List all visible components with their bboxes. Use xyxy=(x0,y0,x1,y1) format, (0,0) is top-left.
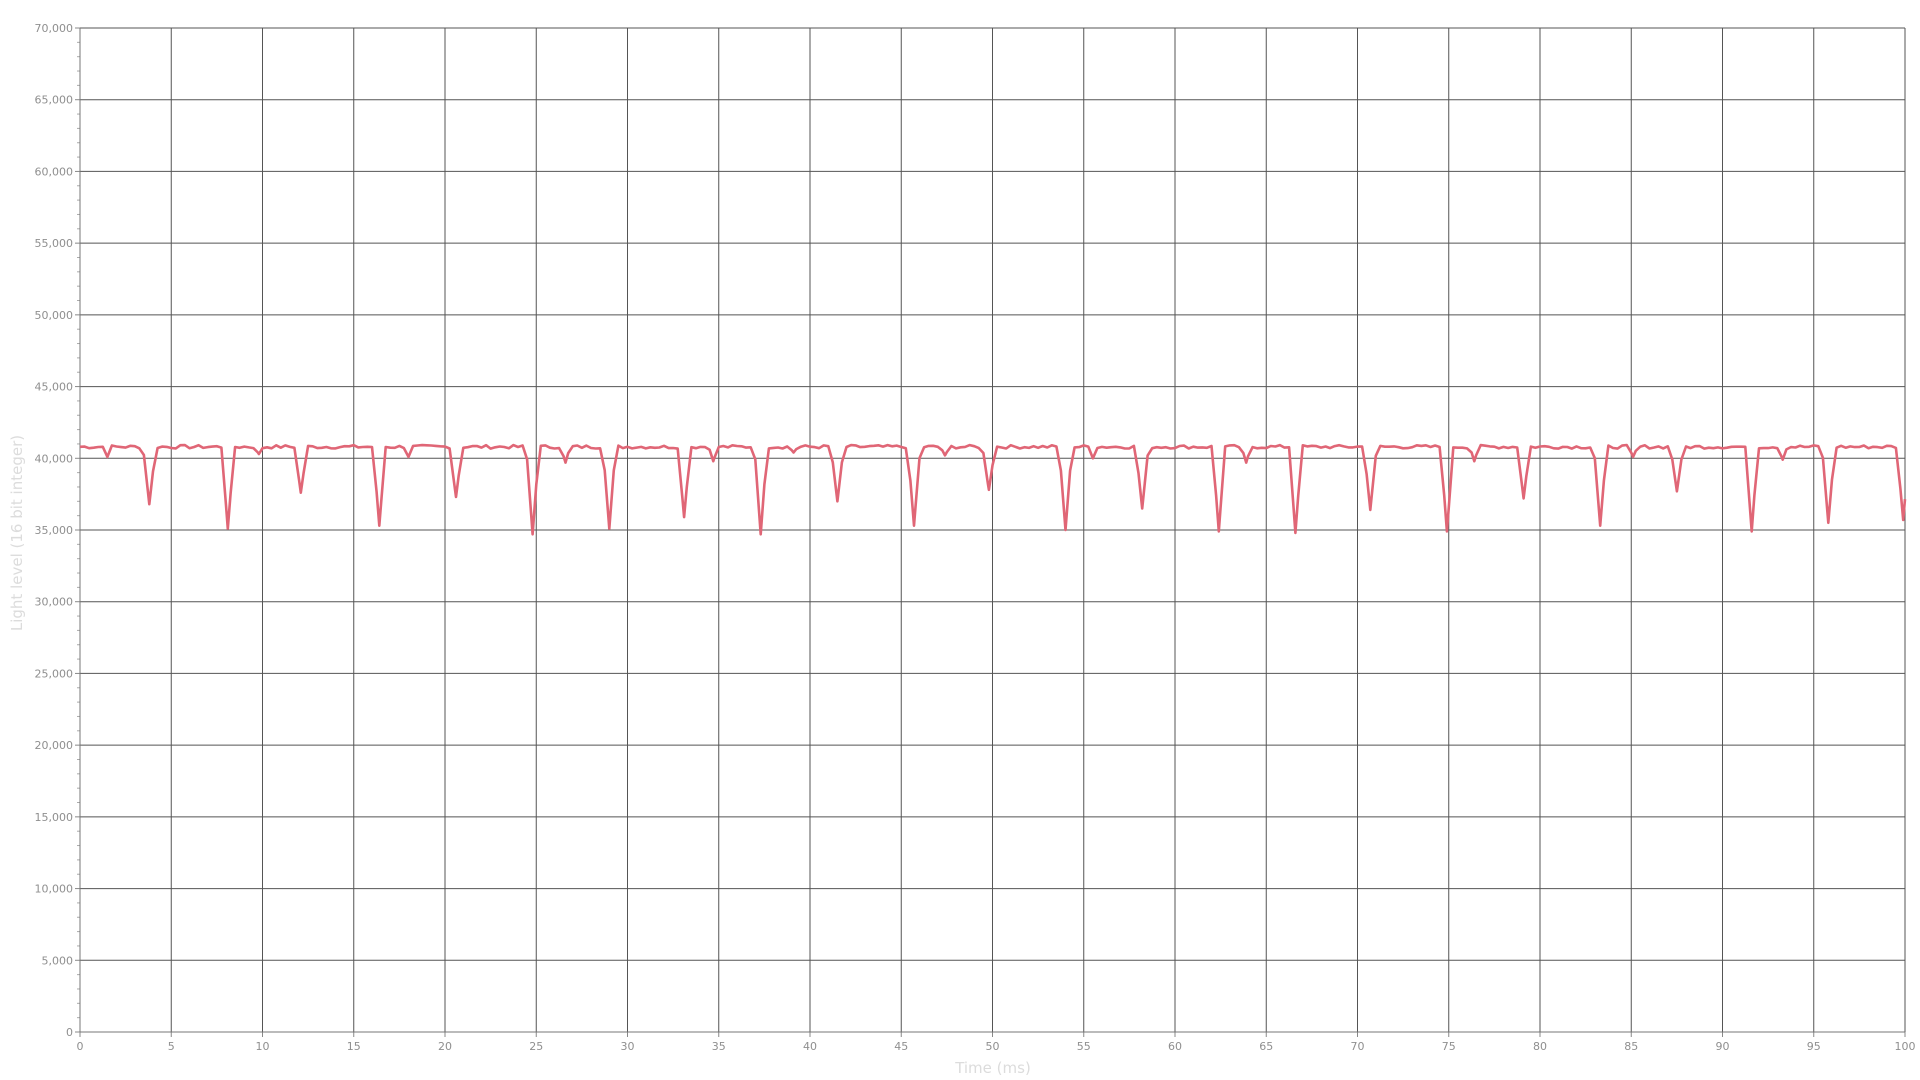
y-tick-label: 40,000 xyxy=(35,452,74,465)
x-tick-label: 50 xyxy=(986,1040,1000,1053)
x-tick-label: 55 xyxy=(1077,1040,1091,1053)
x-tick-label: 75 xyxy=(1442,1040,1456,1053)
x-tick-label: 10 xyxy=(256,1040,270,1053)
x-tick-label: 100 xyxy=(1895,1040,1916,1053)
x-tick-label: 80 xyxy=(1533,1040,1547,1053)
y-tick-label: 50,000 xyxy=(35,309,74,322)
axes xyxy=(75,27,1906,1037)
x-tick-label: 40 xyxy=(803,1040,817,1053)
x-tick-label: 30 xyxy=(621,1040,635,1053)
x-tick-label: 0 xyxy=(77,1040,84,1053)
y-tick-label: 60,000 xyxy=(35,165,74,178)
x-tick-label: 95 xyxy=(1807,1040,1821,1053)
x-tick-label: 90 xyxy=(1716,1040,1730,1053)
chart-svg: 0 5 10 15 20 25 30 35 40 45 50 55 60 65 70 75 80 85 90 95 10… xyxy=(8,22,1916,1077)
y-axis-title: Light level (16 bit integer) xyxy=(8,435,26,631)
line-chart: 0 5 10 15 20 25 30 35 40 45 50 55 60 65 70 75 80 85 90 95 10… xyxy=(0,0,1920,1080)
y-tick-label: 25,000 xyxy=(35,667,74,680)
x-tick-label: 5 xyxy=(168,1040,175,1053)
y-tick-label: 15,000 xyxy=(35,811,74,824)
y-tick-label: 30,000 xyxy=(35,596,74,609)
y-tick-label: 20,000 xyxy=(35,739,74,752)
y-tick-label: 65,000 xyxy=(35,94,74,107)
x-tick-label: 45 xyxy=(894,1040,908,1053)
y-tick-label: 70,000 xyxy=(35,22,74,35)
y-tick-label: 0 xyxy=(66,1026,73,1039)
x-axis-title: Time (ms) xyxy=(954,1059,1031,1077)
x-tick-label: 60 xyxy=(1168,1040,1182,1053)
grid xyxy=(79,27,1906,1033)
x-tick-label: 70 xyxy=(1351,1040,1365,1053)
y-tick-label: 45,000 xyxy=(35,381,74,394)
x-tick-label: 65 xyxy=(1259,1040,1273,1053)
y-tick-label: 5,000 xyxy=(42,954,74,967)
x-tick-label: 15 xyxy=(347,1040,361,1053)
y-tick-label: 10,000 xyxy=(35,883,74,896)
x-tick-label: 35 xyxy=(712,1040,726,1053)
x-tick-label: 20 xyxy=(438,1040,452,1053)
labels: 0 5 10 15 20 25 30 35 40 45 50 55 60 65 70 75 80 85 90 95 10… xyxy=(35,22,1916,1053)
y-tick-label: 35,000 xyxy=(35,524,74,537)
x-tick-label: 25 xyxy=(529,1040,543,1053)
x-tick-label: 85 xyxy=(1624,1040,1638,1053)
y-tick-label: 55,000 xyxy=(35,237,74,250)
